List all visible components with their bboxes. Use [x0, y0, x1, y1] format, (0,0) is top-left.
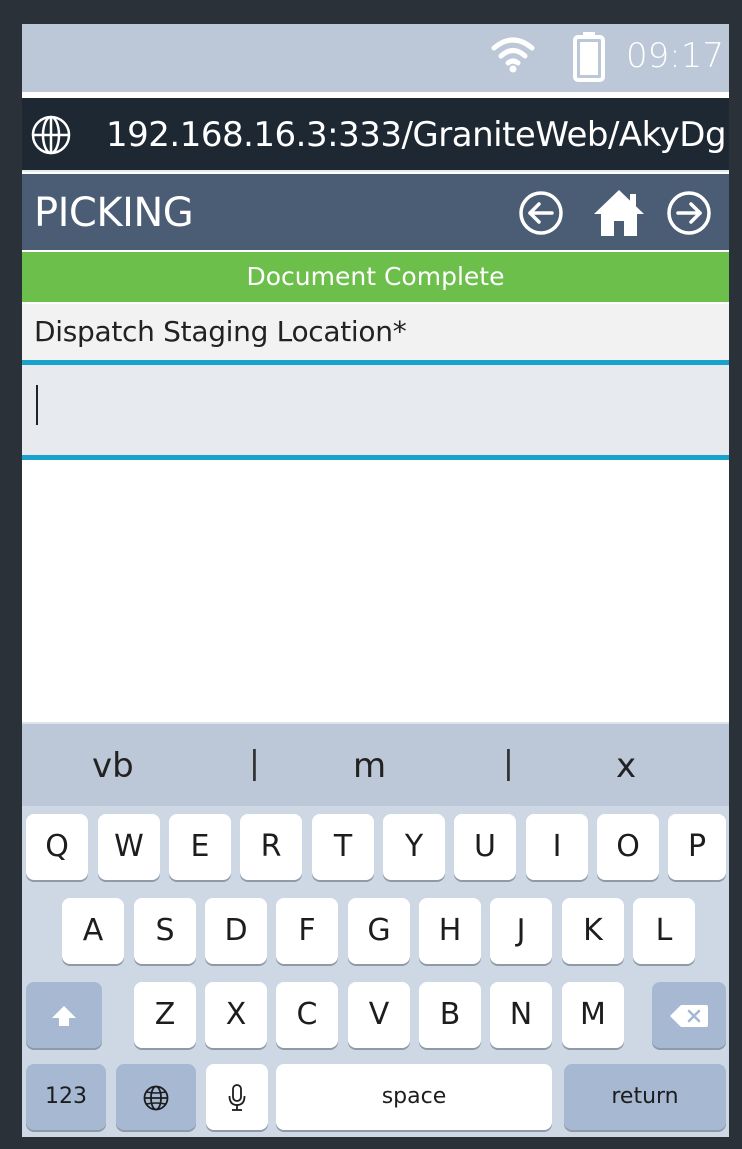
key-j[interactable]: J [490, 898, 552, 964]
key-n[interactable]: N [490, 982, 552, 1048]
suggestion-2[interactable]: m [353, 746, 386, 786]
key-h[interactable]: H [419, 898, 481, 964]
return-key[interactable]: return [564, 1064, 726, 1130]
suggestion-3[interactable]: x [616, 746, 636, 786]
key-z[interactable]: Z [134, 982, 196, 1048]
key-t[interactable]: T [312, 814, 374, 880]
backspace-key[interactable] [652, 982, 726, 1048]
dispatch-staging-location-input[interactable] [22, 360, 729, 460]
key-a[interactable]: A [62, 898, 124, 964]
device-screen: 09:17 192.168.16.3:333/GraniteWeb/AkyDg … [22, 24, 729, 1137]
suggestion-separator: | [250, 744, 259, 782]
globe-icon [143, 1085, 169, 1110]
dispatch-staging-location-label: Dispatch Staging Location* [22, 304, 729, 360]
numbers-key[interactable]: 123 [26, 1064, 106, 1130]
key-k[interactable]: K [562, 898, 624, 964]
on-screen-keyboard: vb | m | x Q W E R T Y U I O P A S D F G… [22, 722, 729, 1137]
key-v[interactable]: V [348, 982, 410, 1048]
key-m[interactable]: M [562, 982, 624, 1048]
suggestion-separator: | [504, 744, 513, 782]
url-bar[interactable]: 192.168.16.3:333/GraniteWeb/AkyDg [22, 98, 729, 172]
microphone-icon [228, 1083, 246, 1111]
arrow-right-circle-icon[interactable] [666, 190, 712, 236]
key-w[interactable]: W [98, 814, 160, 880]
home-icon[interactable] [592, 188, 646, 238]
key-g[interactable]: G [348, 898, 410, 964]
suggestion-bar: vb | m | x [22, 722, 729, 806]
arrow-left-circle-icon[interactable] [518, 190, 564, 236]
key-d[interactable]: D [205, 898, 267, 964]
status-time: 09:17 [626, 36, 724, 76]
key-e[interactable]: E [169, 814, 231, 880]
key-r[interactable]: R [240, 814, 302, 880]
page-title: PICKING [34, 190, 194, 236]
key-l[interactable]: L [633, 898, 695, 964]
shift-icon [52, 1005, 76, 1026]
shift-key[interactable] [26, 982, 102, 1048]
status-bar: 09:17 [22, 24, 729, 92]
key-c[interactable]: C [276, 982, 338, 1048]
microphone-key[interactable] [206, 1064, 268, 1130]
key-s[interactable]: S [134, 898, 196, 964]
key-q[interactable]: Q [26, 814, 88, 880]
key-i[interactable]: I [526, 814, 588, 880]
globe-icon [31, 115, 71, 155]
app-header: PICKING [22, 174, 729, 250]
key-b[interactable]: B [419, 982, 481, 1048]
text-caret [36, 385, 38, 425]
url-text[interactable]: 192.168.16.3:333/GraniteWeb/AkyDg [106, 115, 727, 155]
key-y[interactable]: Y [383, 814, 445, 880]
key-u[interactable]: U [454, 814, 516, 880]
wifi-icon [491, 37, 535, 73]
space-key[interactable]: space [276, 1064, 552, 1130]
globe-key[interactable] [116, 1064, 196, 1130]
status-banner: Document Complete [22, 252, 729, 302]
key-o[interactable]: O [597, 814, 659, 880]
key-p[interactable]: P [668, 814, 726, 880]
battery-icon [573, 32, 605, 82]
backspace-icon [670, 1004, 708, 1027]
key-f[interactable]: F [276, 898, 338, 964]
content-area [22, 460, 729, 722]
suggestion-1[interactable]: vb [92, 746, 134, 786]
key-x[interactable]: X [205, 982, 267, 1048]
